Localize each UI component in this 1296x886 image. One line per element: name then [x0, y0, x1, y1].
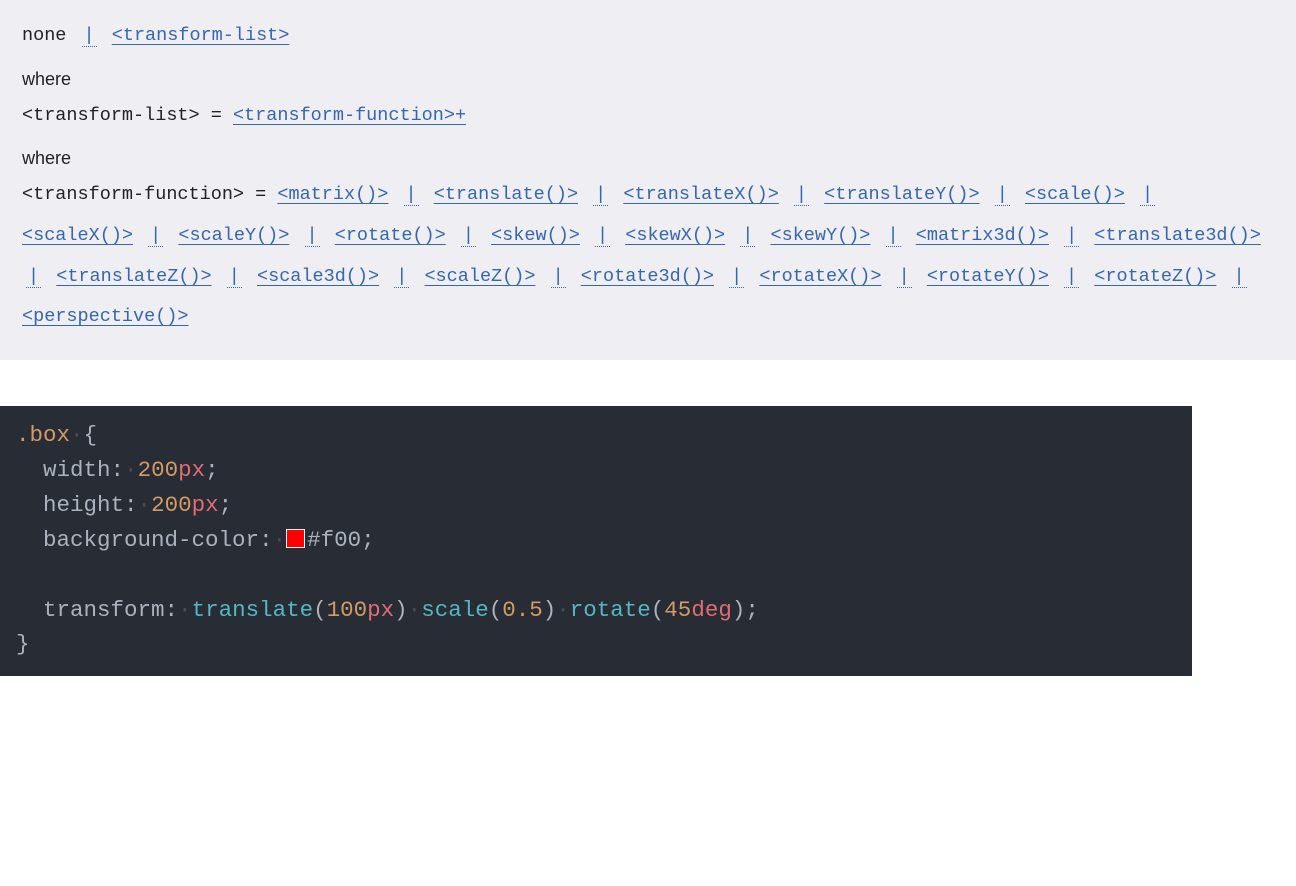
syntax-separator: | — [1064, 225, 1079, 247]
semicolon: ; — [361, 527, 375, 553]
arg-rotate-num: 45 — [664, 597, 691, 623]
colon: : — [165, 597, 179, 623]
prop-background-color: background-color — [43, 527, 259, 553]
whitespace-dot: · — [138, 492, 152, 518]
syntax-line-1: none | <transform-list> — [22, 16, 1274, 57]
arg-translate-num: 100 — [327, 597, 368, 623]
syntax-separator: | — [1232, 266, 1247, 288]
whitespace-dot: · — [70, 422, 84, 448]
link-transform-fn[interactable]: <matrix3d()> — [916, 225, 1049, 246]
paren-open: ( — [651, 597, 665, 623]
link-transform-fn[interactable]: <scaleY()> — [178, 225, 289, 246]
paren-close: ) — [394, 597, 408, 623]
value-height-unit: px — [192, 492, 219, 518]
syntax-separator: | — [886, 225, 901, 247]
arg-rotate-unit: deg — [691, 597, 732, 623]
colon: : — [111, 457, 125, 483]
fn-scale: scale — [421, 597, 489, 623]
arg-translate-unit: px — [367, 597, 394, 623]
link-transform-fn[interactable]: <translateY()> — [824, 184, 979, 205]
value-bg-hex: #f00 — [307, 527, 361, 553]
link-transform-fn[interactable]: <rotate()> — [335, 225, 446, 246]
syntax-separator: | — [897, 266, 912, 288]
semicolon: ; — [745, 597, 759, 623]
prop-transform: transform — [43, 597, 165, 623]
value-width-unit: px — [178, 457, 205, 483]
link-transform-fn[interactable]: <perspective()> — [22, 306, 189, 327]
colon: : — [124, 492, 138, 518]
syntax-separator: | — [551, 266, 566, 288]
syntax-separator: | — [461, 225, 476, 247]
link-transform-fn[interactable]: <translateZ()> — [56, 266, 211, 287]
transform-function-lhs: <transform-function> = — [22, 184, 266, 205]
whitespace-dot: · — [124, 457, 138, 483]
link-transform-list[interactable]: <transform-list> — [112, 25, 290, 46]
link-transform-fn[interactable]: <skewY()> — [770, 225, 870, 246]
paren-close: ) — [543, 597, 557, 623]
syntax-separator: | — [794, 184, 809, 206]
css-selector: .box — [16, 422, 70, 448]
syntax-separator: | — [1064, 266, 1079, 288]
where-label-1: where — [22, 69, 1274, 90]
syntax-separator: | — [404, 184, 419, 206]
syntax-separator: | — [305, 225, 320, 247]
brace-open: { — [84, 422, 98, 448]
link-transform-fn[interactable]: <scale3d()> — [257, 266, 379, 287]
syntax-line-2: <transform-list> = <transform-function>+ — [22, 96, 1274, 137]
link-transform-fn[interactable]: <skewX()> — [625, 225, 725, 246]
whitespace-dot: · — [408, 597, 422, 623]
transform-function-alternatives: <transform-function> = <matrix()> | <tra… — [22, 175, 1274, 338]
paren-open: ( — [489, 597, 503, 623]
value-width-num: 200 — [138, 457, 179, 483]
syntax-separator: | — [148, 225, 163, 247]
whitespace-dot: · — [556, 597, 570, 623]
link-transform-fn[interactable]: <translate3d()> — [1094, 225, 1261, 246]
code-editor-block: .box·{ width:·200px; height:·200px; back… — [0, 406, 1192, 676]
syntax-definition-box: none | <transform-list> where <transform… — [0, 0, 1296, 360]
where-label-2: where — [22, 148, 1274, 169]
link-transform-fn[interactable]: <matrix()> — [277, 184, 388, 205]
transform-list-lhs: <transform-list> = — [22, 105, 222, 126]
whitespace-dot: · — [273, 527, 287, 553]
whitespace-dot: · — [178, 597, 192, 623]
keyword-none: none — [22, 25, 66, 46]
arg-scale-num: 0.5 — [502, 597, 543, 623]
syntax-separator: | — [227, 266, 242, 288]
syntax-separator: | — [729, 266, 744, 288]
color-swatch-icon — [286, 529, 305, 548]
link-transform-fn[interactable]: <translateX()> — [623, 184, 778, 205]
value-height-num: 200 — [151, 492, 192, 518]
link-transform-fn[interactable]: <rotateZ()> — [1094, 266, 1216, 287]
link-transform-fn[interactable]: <rotate3d()> — [581, 266, 714, 287]
prop-height: height — [43, 492, 124, 518]
plus-quantifier[interactable]: + — [455, 105, 466, 126]
syntax-separator: | — [740, 225, 755, 247]
link-transform-fn[interactable]: <rotateX()> — [759, 266, 881, 287]
prop-width: width — [43, 457, 111, 483]
syntax-separator: | — [593, 184, 608, 206]
syntax-separator: | — [26, 266, 41, 288]
syntax-separator: | — [1140, 184, 1155, 206]
link-transform-fn[interactable]: <scaleX()> — [22, 225, 133, 246]
link-transform-function[interactable]: <transform-function> — [233, 105, 455, 126]
brace-close: } — [16, 631, 30, 657]
syntax-separator: | — [995, 184, 1010, 206]
syntax-separator: | — [82, 25, 97, 47]
colon: : — [259, 527, 273, 553]
fn-rotate: rotate — [570, 597, 651, 623]
paren-open: ( — [313, 597, 327, 623]
fn-translate: translate — [192, 597, 314, 623]
semicolon: ; — [205, 457, 219, 483]
syntax-separator: | — [394, 266, 409, 288]
link-transform-fn[interactable]: <skew()> — [491, 225, 580, 246]
paren-close: ) — [732, 597, 746, 623]
syntax-separator: | — [595, 225, 610, 247]
link-transform-fn[interactable]: <scaleZ()> — [424, 266, 535, 287]
link-transform-fn[interactable]: <scale()> — [1025, 184, 1125, 205]
link-transform-fn[interactable]: <translate()> — [434, 184, 578, 205]
semicolon: ; — [219, 492, 233, 518]
link-transform-fn[interactable]: <rotateY()> — [927, 266, 1049, 287]
